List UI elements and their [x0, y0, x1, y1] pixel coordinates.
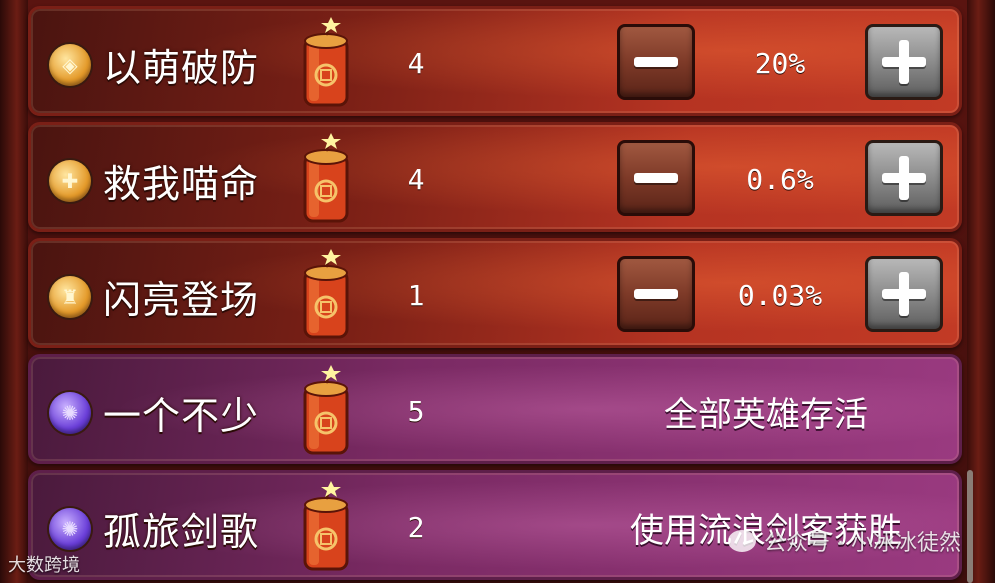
plus-icon-vertical [899, 156, 909, 200]
decrease-button[interactable] [617, 24, 695, 100]
challenge-title: 一个不少 [103, 394, 260, 438]
count: 4 [407, 163, 425, 196]
challenge-title: 孤旅剑歌 [103, 510, 260, 554]
minus-icon [634, 173, 678, 183]
minus-icon [634, 57, 678, 67]
increase-button[interactable] [865, 256, 943, 332]
challenge-title: 闪亮登场 [103, 278, 260, 322]
challenge-title: 救我喵命 [103, 162, 260, 206]
firecracker-icon [303, 17, 349, 107]
watermark-left: 大数跨境 [8, 555, 80, 576]
firecracker-icon [303, 249, 349, 339]
challenge-row: ♜ 闪亮登场 1 0.03% [28, 238, 962, 348]
percentage-value: 0.03% [737, 279, 823, 312]
increase-button[interactable] [865, 140, 943, 216]
count: 5 [407, 395, 425, 428]
frame-left [0, 0, 28, 583]
heal-icon: ✚ [49, 160, 91, 202]
watermark-right: 公众号 · 小冰冰徒然 [728, 525, 961, 557]
challenge-row: ◈ 以萌破防 4 20% [28, 6, 962, 116]
violet-orb-icon: ✺ [49, 508, 91, 550]
challenge-row: ✚ 救我喵命 4 0.6% [28, 122, 962, 232]
firecracker-icon [303, 481, 349, 571]
plus-icon-vertical [899, 40, 909, 84]
shield-icon: ◈ [49, 44, 91, 86]
minus-icon [634, 289, 678, 299]
decrease-button[interactable] [617, 256, 695, 332]
count: 2 [407, 511, 425, 544]
count: 4 [407, 47, 425, 80]
watermark-text: 公众号 · 小冰冰徒然 [764, 531, 961, 556]
increase-button[interactable] [865, 24, 943, 100]
percentage-value: 0.6% [746, 163, 814, 196]
challenge-title: 以萌破防 [103, 46, 260, 90]
firecracker-icon [303, 133, 349, 223]
percentage-value: 20% [754, 47, 806, 80]
firecracker-icon [303, 365, 349, 455]
scrollbar[interactable] [967, 470, 973, 583]
challenge-condition: 全部英雄存活 [664, 395, 868, 435]
decrease-button[interactable] [617, 140, 695, 216]
challenge-row: ✺ 一个不少 5 全部英雄存活 [28, 354, 962, 464]
plus-icon-vertical [899, 272, 909, 316]
bell-icon: ♜ [49, 276, 91, 318]
count: 1 [407, 279, 425, 312]
wechat-icon [728, 530, 757, 552]
violet-orb-icon: ✺ [49, 392, 91, 434]
